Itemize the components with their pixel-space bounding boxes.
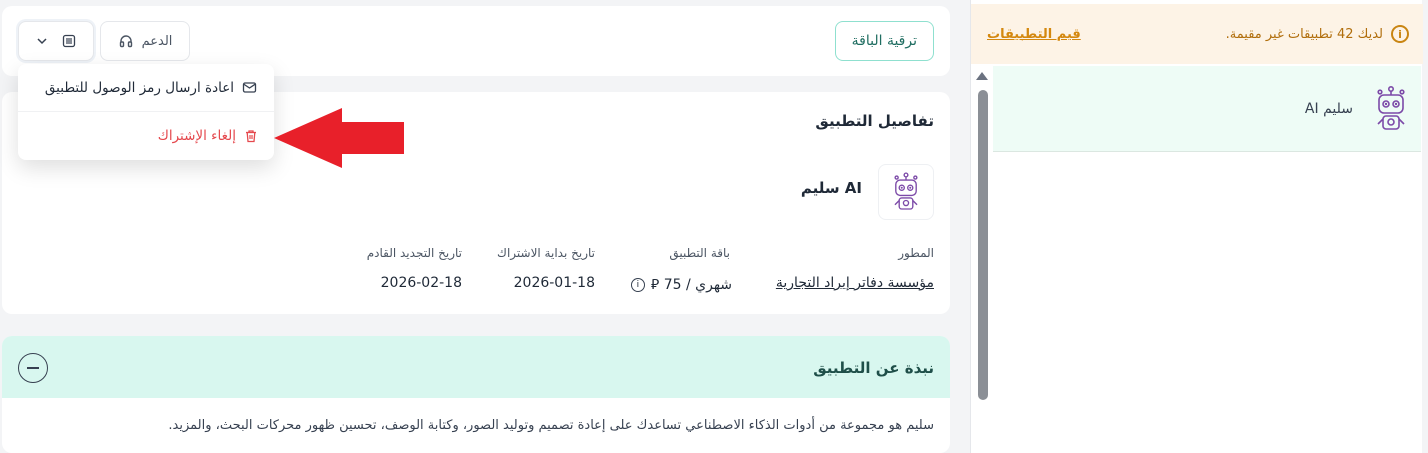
unrated-apps-banner: i لديك 42 تطبيقات غير مقيمة. قيم التطبيق…: [971, 4, 1423, 64]
robot-logo-icon: [894, 172, 918, 210]
unrated-apps-text: لديك 42 تطبيقات غير مقيمة.: [1225, 26, 1383, 42]
trash-icon: [246, 130, 256, 143]
chevron-down-icon: [37, 38, 47, 45]
sidebar-app-item[interactable]: سليم AI: [993, 66, 1421, 152]
robot-logo-icon: [1377, 85, 1405, 130]
plan-label: باقة التطبيق: [669, 246, 730, 260]
resend-access-code-item[interactable]: اعادة ارسال رمز الوصول للتطبيق: [18, 64, 274, 112]
start-date-label: تاريخ بداية الاشتراك: [497, 246, 595, 260]
app-details-title: تفاصيل التطبيق: [815, 112, 934, 130]
start-date-value: 2026-01-18: [513, 275, 595, 291]
renewal-date-label: تاريخ التجديد القادم: [366, 246, 462, 260]
upgrade-plan-button[interactable]: ترقية الباقة: [834, 21, 934, 61]
app-name: سليم AI: [800, 179, 862, 197]
app-logo: [878, 164, 934, 220]
scroll-up-icon[interactable]: [976, 72, 988, 80]
developer-label: المطور: [898, 246, 934, 260]
plan-info-icon[interactable]: i: [630, 278, 645, 292]
list-menu-icon: [62, 34, 76, 48]
sidebar-app-name: سليم AI: [1304, 100, 1353, 117]
minus-icon: [27, 367, 39, 369]
developer-value[interactable]: مؤسسة دفاتر إيراد التجارية: [776, 275, 934, 291]
headset-icon: [119, 35, 132, 48]
info-icon: i: [1391, 25, 1409, 43]
scrollbar-thumb[interactable]: [978, 90, 988, 400]
support-button[interactable]: الدعم: [100, 21, 190, 61]
about-app-card: نبذة عن التطبيق سليم هو مجموعة من أدوات …: [2, 336, 950, 453]
resend-access-code-label: اعادة ارسال رمز الوصول للتطبيق: [44, 79, 234, 96]
rate-apps-link[interactable]: قيم التطبيقات: [987, 27, 1081, 42]
actions-dropdown-menu: اعادة ارسال رمز الوصول للتطبيق إلغاء الإ…: [18, 64, 274, 160]
about-app-header[interactable]: نبذة عن التطبيق: [2, 336, 950, 398]
renewal-date-value: 2026-02-18: [380, 275, 462, 291]
mail-send-icon: [242, 81, 257, 93]
plan-value: شهري / 75 ⃁ i: [630, 275, 732, 293]
developer-link[interactable]: مؤسسة دفاتر إيراد التجارية: [776, 275, 934, 291]
cancel-subscription-item[interactable]: إلغاء الإشتراك: [18, 112, 274, 160]
about-app-description: سليم هو مجموعة من أدوات الذكاء الاصطناعي…: [168, 418, 934, 433]
plan-value-text: شهري / 75 ⃁: [650, 277, 732, 293]
support-label: الدعم: [141, 33, 173, 49]
apps-sidebar: i لديك 42 تطبيقات غير مقيمة. قيم التطبيق…: [970, 0, 1423, 453]
highlight-arrow: [274, 108, 404, 168]
more-actions-menu-button[interactable]: [18, 21, 94, 61]
cancel-subscription-label: إلغاء الإشتراك: [157, 128, 236, 144]
about-app-title: نبذة عن التطبيق: [813, 359, 934, 377]
collapse-button[interactable]: [18, 353, 48, 383]
sidebar-scrollbar[interactable]: [971, 66, 993, 453]
